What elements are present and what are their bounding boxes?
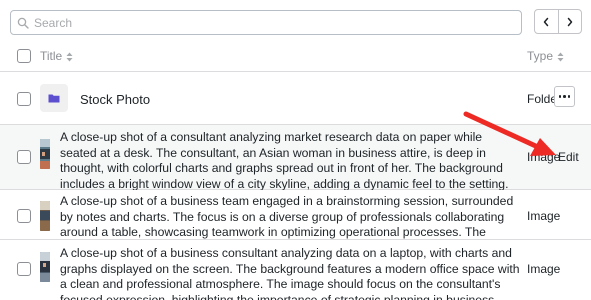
row-description[interactable]: A close-up shot of a business consultant…	[60, 246, 520, 300]
chevron-right-icon	[566, 17, 574, 27]
row-checkbox[interactable]	[17, 150, 31, 164]
image-thumbnail	[40, 201, 50, 231]
column-type-label: Type	[527, 49, 554, 63]
search-box[interactable]	[10, 10, 522, 35]
chevron-left-icon	[542, 17, 550, 27]
row-checkbox[interactable]	[17, 262, 31, 276]
row-type: Image	[527, 150, 561, 164]
table-header: Title Type	[0, 40, 591, 72]
folder-icon	[48, 93, 60, 103]
row-type: Image	[527, 209, 561, 223]
next-page-button[interactable]	[557, 10, 581, 33]
column-header-type[interactable]: Type	[527, 49, 564, 63]
media-library-panel: Title Type Stock Photo Folder	[0, 0, 591, 300]
column-header-title[interactable]: Title	[40, 49, 73, 63]
table-row[interactable]: A close-up shot of a business consultant…	[0, 240, 591, 300]
previous-page-button[interactable]	[535, 10, 558, 33]
table-row[interactable]: A close-up shot of a consultant analyzin…	[0, 125, 591, 222]
more-actions-button[interactable]	[554, 86, 575, 107]
search-icon	[17, 17, 29, 29]
row-checkbox[interactable]	[17, 92, 31, 106]
table-row-folder[interactable]: Stock Photo Folder	[0, 73, 591, 125]
row-type: Image	[527, 262, 561, 276]
toolbar	[0, 0, 591, 40]
image-thumbnail	[40, 139, 50, 169]
row-title[interactable]: Stock Photo	[80, 92, 150, 107]
sort-icon	[66, 51, 73, 62]
column-title-label: Title	[40, 49, 63, 63]
search-input[interactable]	[34, 15, 504, 30]
row-checkbox[interactable]	[17, 209, 31, 223]
folder-thumbnail	[40, 84, 68, 112]
pagination	[534, 9, 582, 34]
edit-link[interactable]: Edit	[558, 150, 579, 164]
image-thumbnail	[40, 252, 50, 282]
select-all-checkbox[interactable]	[17, 49, 31, 63]
table-row[interactable]: A close-up shot of a business team engag…	[0, 190, 591, 270]
sort-icon	[557, 51, 564, 62]
